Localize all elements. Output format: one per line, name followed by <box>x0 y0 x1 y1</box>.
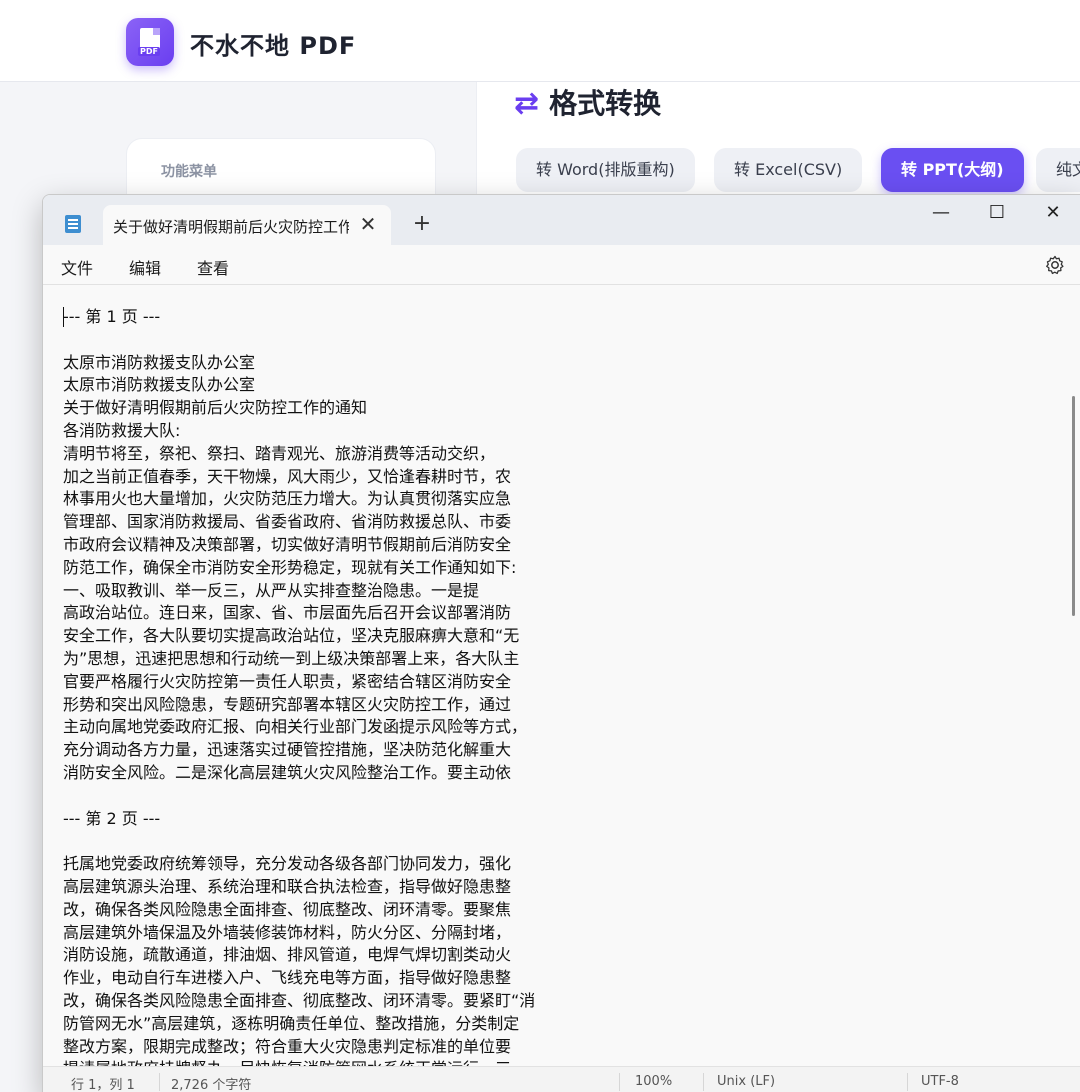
text-line: 高层建筑源头治理、系统治理和联合执法检查，指导做好隐患整 <box>63 876 512 896</box>
text-line: 防管网无水”高层建筑，逐栋明确责任单位、整改措施，分类制定 <box>63 1013 520 1033</box>
text-line: 整改方案，限期完成整改；符合重大火灾隐患判定标准的单位要 <box>63 1036 512 1056</box>
text-line: 消防安全风险。二是深化高层建筑火灾风险整治工作。要主动依 <box>63 762 512 782</box>
text-line: 管理部、国家消防救援局、省委省政府、省消防救援总队、市委 <box>63 512 512 532</box>
settings-gear-icon[interactable] <box>1043 253 1067 277</box>
text-line: 防范工作，确保全市消防安全形势稳定，现就有关工作通知如下: <box>63 557 517 577</box>
text-line: 各消防救援大队: <box>63 420 181 440</box>
maximize-button[interactable]: ☐ <box>969 195 1025 231</box>
text-line: 作业，电动自行车进楼入户、飞线充电等方面，指导做好隐患整 <box>63 968 512 988</box>
swap-arrows-icon: ⇄ <box>514 86 540 121</box>
text-line: --- 第 1 页 --- <box>63 307 161 326</box>
text-line: 安全工作，各大队要切实提高政治站位，坚决克服麻痹大意和“无 <box>63 626 520 646</box>
tab-to-ppt[interactable]: 转 PPT(大纲) <box>881 148 1024 192</box>
notepad-menubar: 文件 编辑 查看 <box>43 245 1080 285</box>
vertical-scrollbar[interactable] <box>1072 396 1075 616</box>
app-header: PDF 不水不地 PDF <box>0 0 1080 82</box>
menu-edit[interactable]: 编辑 <box>129 255 161 279</box>
text-line <box>63 329 535 352</box>
notepad-tab-title: 关于做好清明假期前后火灾防控工作 <box>113 218 349 236</box>
text-line: 形势和突出风险隐患，专题研究部署本辖区火灾防控工作，通过 <box>63 694 512 714</box>
section-title: ⇄ 格式转换 <box>514 82 661 122</box>
text-line <box>63 785 535 808</box>
menu-view[interactable]: 查看 <box>197 255 229 279</box>
text-line: 太原市消防救援支队办公室 <box>63 352 256 372</box>
app-title: 不水不地 PDF <box>190 32 357 60</box>
text-line: 托属地党委政府统筹领导，充分发动各级各部门协同发力，强化 <box>63 854 512 874</box>
text-line: 高层建筑外墙保温及外墙装修装饰材料，防火分区、分隔封堵， <box>63 922 512 942</box>
text-line: 充分调动各方力量，迅速落实过硬管控措施，坚决防范化解重大 <box>63 740 512 760</box>
text-line: --- 第 2 页 --- <box>63 808 161 828</box>
text-line: 清明节将至，祭祀、祭扫、踏青观光、旅游消费等活动交织， <box>63 443 496 463</box>
status-encoding[interactable]: UTF-8 <box>921 1074 959 1089</box>
text-line: 高政治站位。连日来，国家、省、市层面先后召开会议部署消防 <box>63 603 512 623</box>
notepad-statusbar: 行 1，列 1 2,726 个字符 100% Unix (LF) UTF-8 <box>43 1066 1080 1092</box>
section-title-text: 格式转换 <box>549 87 662 120</box>
tab-to-text[interactable]: 纯文 <box>1036 148 1080 192</box>
notepad-app-icon <box>65 215 81 233</box>
status-position: 行 1，列 1 <box>71 1078 135 1092</box>
app-logo-icon: PDF <box>126 18 174 66</box>
status-divider <box>907 1073 908 1091</box>
status-line-ending[interactable]: Unix (LF) <box>717 1074 775 1089</box>
text-line: 太原市消防救援支队办公室 <box>63 375 256 395</box>
notepad-tab[interactable]: 关于做好清明假期前后火灾防控工作 ✕ <box>103 205 391 245</box>
text-line: 关于做好清明假期前后火灾防控工作的通知 <box>63 398 368 418</box>
status-divider <box>619 1073 620 1091</box>
status-char-count: 2,726 个字符 <box>171 1078 252 1092</box>
notepad-window: 关于做好清明假期前后火灾防控工作 ✕ + — ☐ ✕ 文件 编辑 查看 --- … <box>42 194 1080 1092</box>
new-tab-button[interactable]: + <box>409 211 435 237</box>
close-window-button[interactable]: ✕ <box>1025 195 1080 231</box>
text-line: 消防设施，疏散通道，排油烟、排风管道，电焊气焊切割类动火 <box>63 945 512 965</box>
editor-text[interactable]: --- 第 1 页 --- 太原市消防救援支队办公室 太原市消防救援支队办公室关于做… <box>63 306 535 1081</box>
text-line: 一、吸取教训、举一反三，从严从实排查整治隐患。一是提 <box>63 580 480 600</box>
tab-to-excel[interactable]: 转 Excel(CSV) <box>714 148 863 192</box>
text-line <box>63 830 535 853</box>
text-line: 主动向属地党委政府汇报、向相关行业部门发函提示风险等方式， <box>63 717 528 737</box>
menu-file[interactable]: 文件 <box>61 255 93 279</box>
notepad-titlebar[interactable]: 关于做好清明假期前后火灾防控工作 ✕ + — ☐ ✕ <box>43 195 1080 245</box>
status-divider <box>159 1073 160 1091</box>
text-line: 市政府会议精神及决策部署，切实做好清明节假期前后消防安全 <box>63 534 512 554</box>
tab-close-icon[interactable]: ✕ <box>355 211 381 237</box>
minimize-button[interactable]: — <box>913 195 969 231</box>
status-zoom[interactable]: 100% <box>635 1074 672 1089</box>
text-line: 官要严格履行火灾防控第一责任人职责，紧密结合辖区消防安全 <box>63 671 512 691</box>
logo-badge: PDF <box>138 47 160 56</box>
text-line: 林事用火也大量增加，火灾防范压力增大。为认真贯彻落实应急 <box>63 489 512 509</box>
text-line: 改，确保各类风险隐患全面排查、彻底整改、闭环清零。要聚焦 <box>63 899 512 919</box>
notepad-editor[interactable]: --- 第 1 页 --- 太原市消防救援支队办公室 太原市消防救援支队办公室关于做… <box>43 286 1075 1078</box>
status-divider <box>703 1073 704 1091</box>
text-line: 加之当前正值春季，天干物燥，风大雨少，又恰逢春耕时节，农 <box>63 466 512 486</box>
sidebar-caption: 功能菜单 <box>161 164 217 180</box>
text-line: 为”思想，迅速把思想和行动统一到上级决策部署上来，各大队主 <box>63 648 520 668</box>
text-line: 改，确保各类风险隐患全面排查、彻底整改、闭环清零。要紧盯“消 <box>63 990 536 1010</box>
tab-to-word[interactable]: 转 Word(排版重构) <box>516 148 695 192</box>
